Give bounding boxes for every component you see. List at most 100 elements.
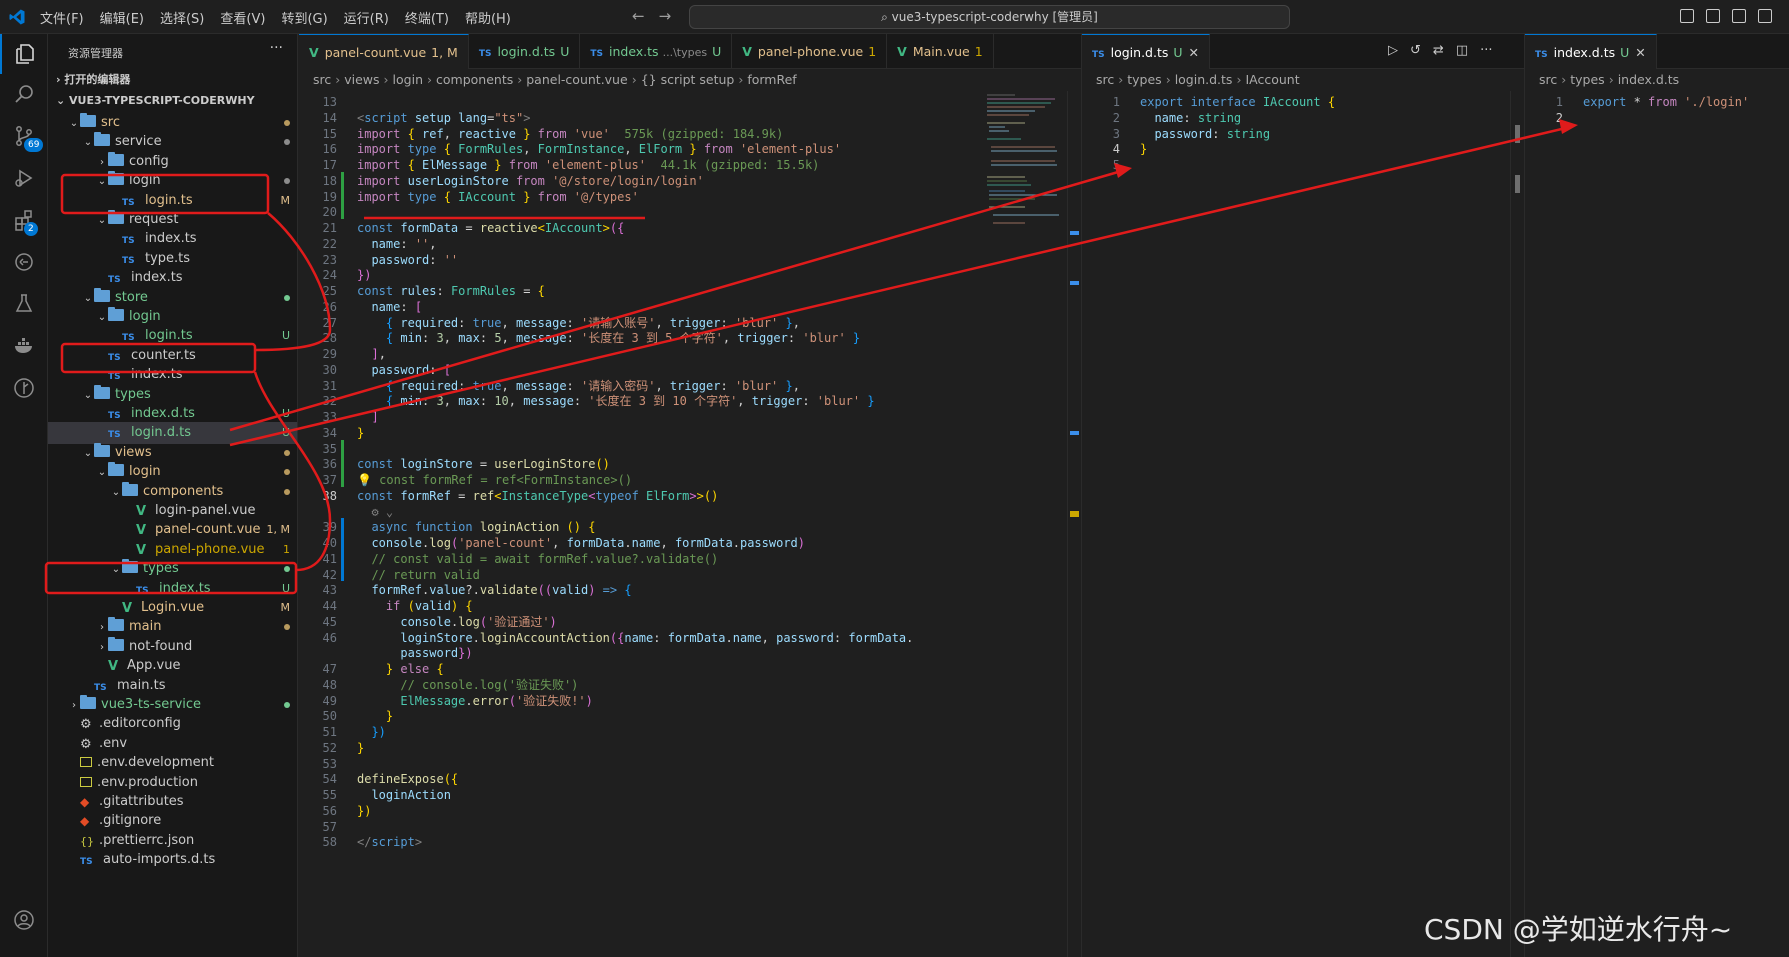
editor-tab[interactable]: Vpanel-phone.vue 1 <box>732 34 888 69</box>
forward-arrow-icon[interactable]: → <box>659 7 672 25</box>
remote-activity[interactable] <box>0 242 48 282</box>
project-section[interactable]: ⌄ VUE3-TYPESCRIPT-CODERWHY <box>48 90 297 112</box>
split-editor-icon[interactable]: ◫ <box>1456 43 1468 58</box>
breadcrumb: src › types › index.d.ts <box>1525 69 1679 91</box>
menu-item[interactable]: 编辑(E) <box>100 8 144 27</box>
breadcrumb-item[interactable]: views <box>344 72 379 87</box>
run-debug-icon <box>15 169 33 187</box>
code-token: } <box>357 425 365 440</box>
close-icon[interactable]: ✕ <box>1635 45 1645 60</box>
run-icon[interactable]: ▷ <box>1388 43 1398 58</box>
editor-tab[interactable]: V Main.vue 1 <box>887 34 994 69</box>
toggle-panel-icon[interactable] <box>1706 9 1720 23</box>
more-actions-icon[interactable]: ··· <box>1480 43 1492 58</box>
command-center-search[interactable]: ⌕ vue3-typescript-coderwhy [管理员] <box>689 5 1290 29</box>
breadcrumb-item[interactable]: login.d.ts <box>1175 72 1233 87</box>
code-editor[interactable]: 1 export * from './login' 2 <box>1525 91 1789 957</box>
history-icon[interactable]: ↺ <box>1410 43 1421 58</box>
vue-file-icon: V <box>309 45 319 60</box>
docker-activity[interactable] <box>0 326 48 366</box>
code-token: 575k (gzipped: 184.9k) <box>609 126 784 141</box>
menu-item[interactable]: 查看(V) <box>220 8 265 27</box>
search-activity[interactable] <box>0 74 48 114</box>
folder-icon <box>94 442 110 457</box>
close-icon[interactable]: ✕ <box>1189 45 1199 60</box>
compare-icon[interactable]: ⇄ <box>1433 43 1444 58</box>
breadcrumb-item[interactable]: login <box>393 72 423 87</box>
code-token: formRef <box>400 488 459 503</box>
vertical-scrollbar[interactable] <box>1510 91 1524 957</box>
breadcrumb-item[interactable]: formRef <box>747 72 796 87</box>
source-control-activity[interactable]: 69 <box>0 116 48 156</box>
breadcrumb-item[interactable]: components <box>436 72 513 87</box>
menu-item[interactable]: 文件(F) <box>40 8 84 27</box>
tree-item[interactable]: TS auto-imports.d.ts <box>48 849 297 871</box>
breadcrumb-separator-icon: › <box>427 72 432 87</box>
git-graph-activity[interactable] <box>0 368 48 408</box>
tree-item-label: App.vue <box>127 658 181 674</box>
accounts-activity[interactable] <box>0 900 48 940</box>
code-token: const <box>357 457 401 472</box>
status-dot <box>284 139 290 146</box>
code-token: (( <box>537 583 553 598</box>
flask-icon <box>15 294 33 312</box>
breadcrumb-item[interactable]: IAccount <box>1245 72 1299 87</box>
toggle-sidebar-icon[interactable] <box>1680 9 1694 23</box>
back-arrow-icon[interactable]: ← <box>632 7 645 25</box>
scroll-thumb[interactable] <box>1515 175 1520 193</box>
menu-item[interactable]: 帮助(H) <box>465 8 511 27</box>
status-dot <box>284 488 290 495</box>
folder-icon <box>122 481 138 496</box>
scroll-marker <box>1070 281 1079 285</box>
code-token: password <box>400 646 459 661</box>
code-token: min <box>400 331 423 346</box>
command-center-label: vue3-typescript-coderwhy [管理员] <box>891 10 1098 24</box>
breadcrumb-item[interactable]: src <box>1096 72 1114 87</box>
editor-tab[interactable]: TS login.d.ts U ✕ <box>1082 34 1211 69</box>
editor-tab[interactable]: Vpanel-count.vue 1, M <box>299 34 469 69</box>
breadcrumb-item[interactable]: index.d.ts <box>1618 72 1680 87</box>
run-debug-activity[interactable] <box>0 158 48 198</box>
code-token: . <box>624 536 632 550</box>
editor-tab[interactable]: TS login.d.ts U <box>469 34 581 69</box>
code-token: name <box>1154 110 1184 125</box>
code-token: = <box>523 284 538 298</box>
code-token: formData <box>667 630 726 645</box>
editor-group-main: Vpanel-count.vue 1, M TS login.d.ts U TS index… <box>299 34 1081 957</box>
code-token: : <box>458 378 473 393</box>
line-number: 58 <box>322 835 337 850</box>
breadcrumb-item[interactable]: panel-count.vue <box>526 72 627 87</box>
vertical-scrollbar[interactable] <box>1067 91 1081 957</box>
more-actions-icon[interactable]: ··· <box>270 40 283 56</box>
menu-item[interactable]: 选择(S) <box>160 8 204 27</box>
explorer-activity[interactable] <box>0 34 48 74</box>
editor-tab[interactable]: TS index.d.ts U ✕ <box>1525 34 1657 69</box>
code-token: password <box>371 252 430 267</box>
menu-item[interactable]: 运行(R) <box>344 8 389 27</box>
code-token: . <box>465 693 473 708</box>
code-editor[interactable]: 13 14 <script setup lang="ts"> 15 import { r… <box>299 91 1081 957</box>
code-token: message <box>516 331 567 346</box>
extensions-activity[interactable]: 2 <box>0 200 48 240</box>
tab-status: U <box>1173 45 1183 60</box>
breadcrumb-item[interactable]: types <box>1127 72 1161 87</box>
vitest-activity[interactable] <box>0 284 48 324</box>
tree-item-label: login <box>129 464 161 480</box>
menu-item[interactable]: 转到(G) <box>281 8 327 27</box>
breadcrumb-item[interactable]: src <box>1539 72 1557 87</box>
code-editor[interactable]: 1 export interface IAccount {2 name: stri… <box>1082 91 1524 957</box>
menu-item[interactable]: 终端(T) <box>405 8 449 27</box>
code-token: : <box>566 331 582 346</box>
breadcrumb-item[interactable]: types <box>1570 72 1604 87</box>
customize-layout-icon[interactable] <box>1758 9 1772 23</box>
editor-tab[interactable]: TS index.ts ...\types U <box>580 34 733 69</box>
code-token: . <box>732 536 740 550</box>
breadcrumb-item[interactable]: {} script setup <box>641 72 735 87</box>
code-token: : <box>429 362 444 377</box>
breadcrumb-item[interactable]: src <box>313 72 331 87</box>
scroll-thumb[interactable] <box>1515 125 1520 143</box>
toggle-secondary-sidebar-icon[interactable] <box>1732 9 1746 23</box>
open-editors-section[interactable]: › 打开的编辑器 <box>48 69 297 91</box>
